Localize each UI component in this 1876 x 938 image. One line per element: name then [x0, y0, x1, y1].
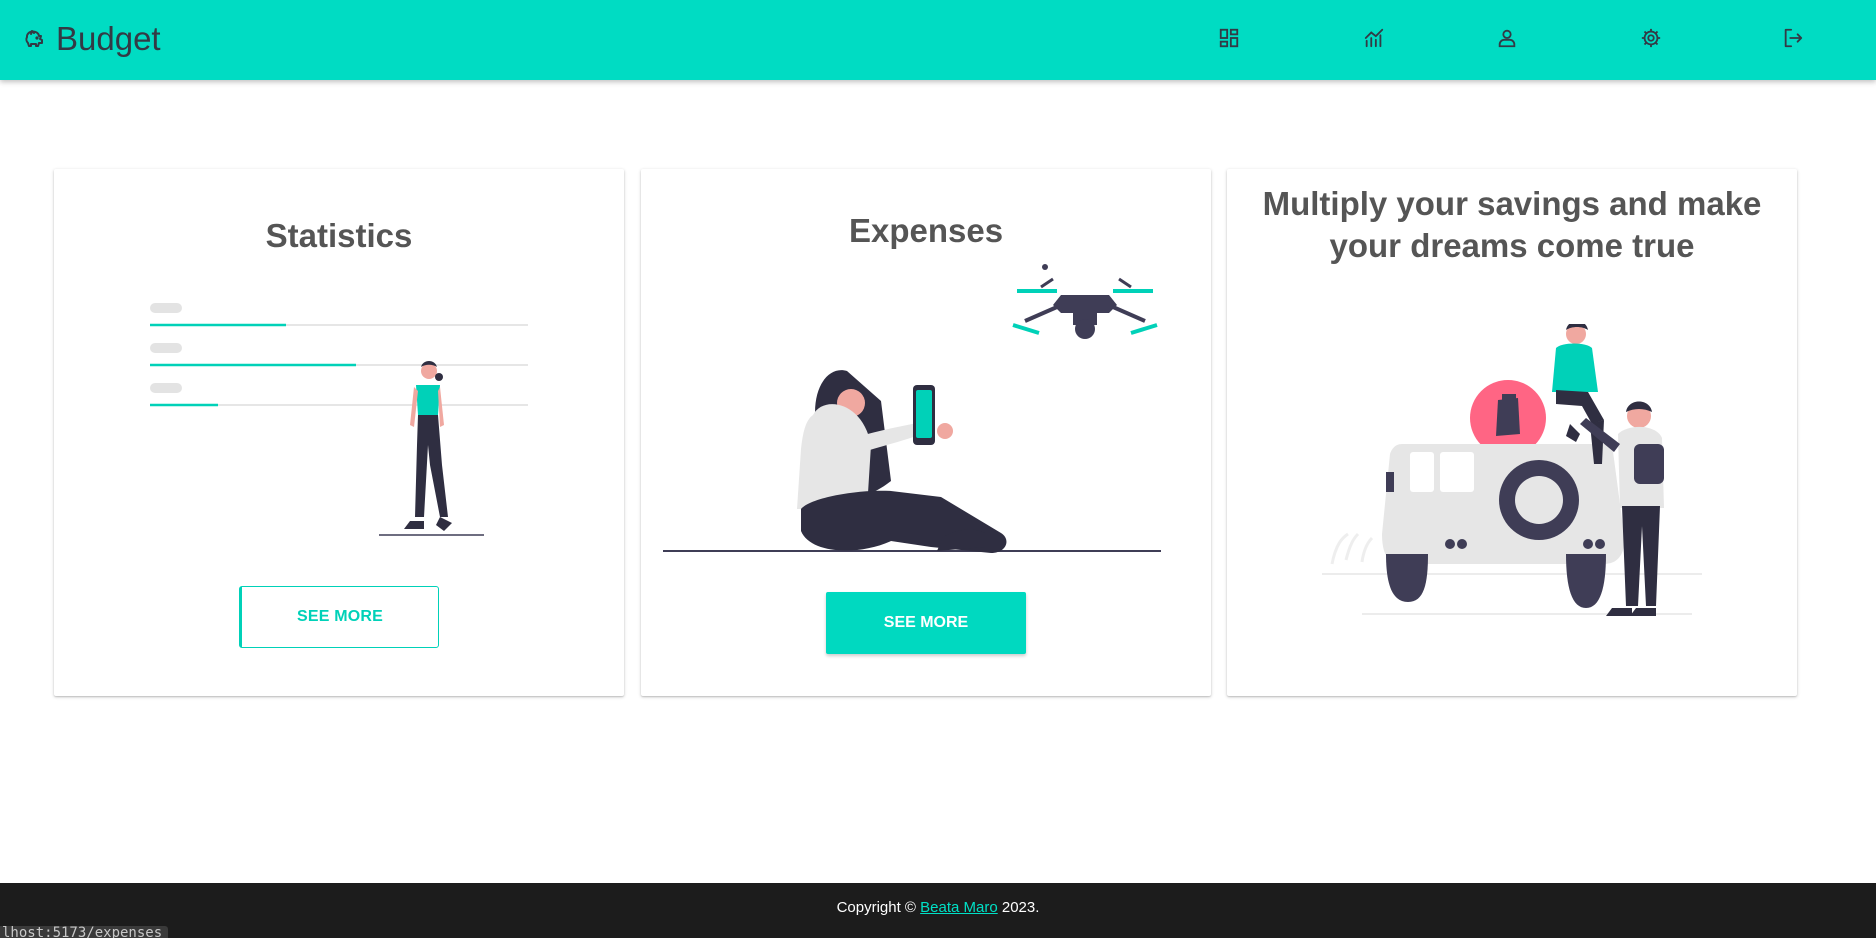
- savings-title: Multiply your savings and make your drea…: [1262, 185, 1762, 264]
- savings-card: Multiply your savings and make your drea…: [1227, 169, 1797, 696]
- chart-icon: [1363, 27, 1385, 54]
- author-link[interactable]: Beata Maro: [920, 899, 998, 916]
- expenses-see-more-button[interactable]: SEE MORE: [826, 592, 1026, 654]
- statistics-see-more-button[interactable]: SEE MORE: [239, 586, 439, 648]
- nav-logout-button[interactable]: [1776, 23, 1810, 57]
- footer: Copyright © Beata Maro 2023.: [0, 883, 1876, 938]
- copyright-prefix: Copyright ©: [836, 899, 921, 916]
- copyright-suffix: 2023.: [997, 899, 1040, 916]
- expenses-title: Expenses: [848, 212, 1004, 249]
- nav-profile-button[interactable]: [1490, 23, 1524, 57]
- statistics-illustration: [150, 303, 528, 536]
- status-bar-url: lhost:5173/expenses: [0, 926, 169, 938]
- piggy-bank-icon: [22, 27, 46, 51]
- app-title: Budget: [56, 20, 161, 57]
- logout-icon: [1782, 27, 1804, 54]
- expenses-card: Expenses SEE MORE: [641, 169, 1211, 696]
- app-bar: Budget: [0, 0, 1876, 80]
- statistics-title: Statistics: [265, 217, 413, 254]
- savings-illustration: [1322, 324, 1702, 616]
- nav-dashboard-button[interactable]: [1212, 23, 1246, 57]
- user-icon: [1496, 27, 1518, 54]
- statistics-card: Statistics SEE MORE: [54, 169, 624, 696]
- brand[interactable]: Budget: [22, 18, 161, 60]
- expenses-illustration: [663, 264, 1161, 553]
- nav-settings-button[interactable]: [1634, 23, 1668, 57]
- nav-statistics-button[interactable]: [1357, 23, 1391, 57]
- gear-icon: [1640, 27, 1662, 54]
- dashboard-icon: [1218, 27, 1240, 54]
